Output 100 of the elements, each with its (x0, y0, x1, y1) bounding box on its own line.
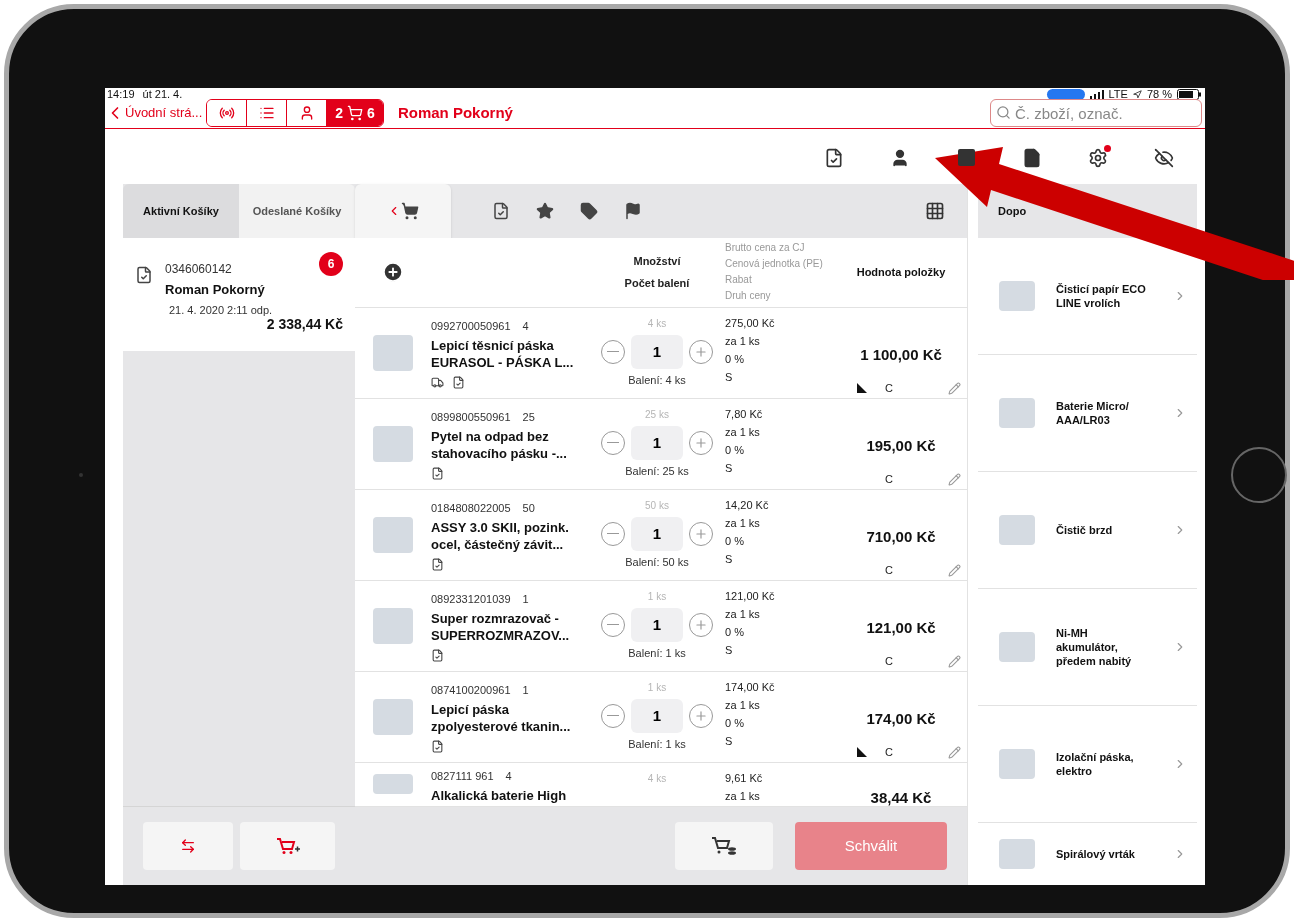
quantity-field[interactable]: 1 (631, 334, 683, 369)
price-type-text: S (725, 642, 734, 658)
item-code: 0874100200961 (431, 682, 511, 698)
units-label: 1 ks (647, 589, 667, 604)
item-code: 0892331201039 (431, 591, 511, 607)
item-value: 38,44 Kč (870, 787, 932, 806)
photo-placeholder (373, 607, 413, 644)
price-heading: Cenová jednotka (PE) (725, 257, 824, 272)
price-class-text: C (885, 472, 893, 488)
item-value: 1 100,00 Kč (860, 344, 942, 365)
plus-icon (694, 526, 708, 541)
price-type-text: S (725, 551, 734, 567)
person-icon (890, 147, 910, 168)
cart-number: 0346060142 (165, 261, 232, 278)
eye-off-icon (1154, 147, 1174, 168)
photo-placeholder (999, 632, 1035, 662)
item-tab[interactable] (355, 184, 451, 238)
discount-text: 0 % (725, 715, 745, 731)
quantity-field[interactable]: 1 (631, 607, 683, 642)
price-heading: Brutto cena za CJ (725, 241, 806, 256)
suggestion-item[interactable]: Baterie Micro/ AAA/LR03 (978, 355, 1197, 472)
photo-placeholder (999, 839, 1035, 869)
photo-placeholder (373, 698, 413, 735)
battery-text: 78 % (1146, 88, 1172, 102)
cart-tab[interactable]: Aktivní Košíky (123, 184, 239, 238)
search-icon (996, 105, 1011, 120)
count-badge: 6 (319, 252, 343, 276)
suggestion-name: Čisticí papír ECO LINE vrolích (1056, 282, 1147, 310)
packs-heading: Počet balení (624, 276, 690, 292)
pack-count: 4 (505, 768, 512, 784)
cart-date: 21. 4. 2020 2:11 odp. (168, 302, 273, 318)
photo-placeholder (999, 515, 1035, 545)
status-time: 14:19 (107, 88, 135, 102)
plus-icon (694, 344, 708, 359)
edit-icon[interactable] (948, 745, 961, 759)
quantity-field[interactable]: 1 (631, 698, 683, 733)
item-code: 0899800550961 (431, 409, 511, 425)
edit-icon[interactable] (948, 654, 961, 668)
back-link[interactable]: Úvodní strá... (105, 103, 203, 123)
discount-text: 0 % (725, 533, 745, 549)
product-name[interactable]: ASSY 3.0 SKII, pozink. ocel, částečný závit... (431, 519, 597, 554)
quantity-field[interactable]: 1 (631, 516, 683, 551)
settings-icon (1088, 147, 1108, 168)
pack-label: Balení: 4 ks (628, 372, 686, 388)
add-cart-button[interactable] (240, 822, 335, 870)
product-name[interactable]: Super rozmrazovač - SUPERROZMRAZOV... (431, 610, 597, 645)
document-check-icon (431, 740, 444, 754)
add-item-icon[interactable] (382, 261, 404, 284)
product-name[interactable]: Lepicí páska zpolyesterové tkanin... (431, 701, 597, 736)
star-icon (536, 202, 554, 220)
signal-icon (218, 105, 235, 121)
price-class-text: C (885, 654, 893, 670)
panel-title: Dopo (998, 203, 1027, 219)
quantity-field[interactable]: 1 (631, 425, 683, 460)
photo-placeholder (373, 334, 413, 371)
search-field[interactable]: Č. zboží, označ. (990, 99, 1202, 127)
suggestion-item[interactable]: Spirálový vrták (978, 823, 1197, 885)
pack-count: 25 (522, 409, 535, 425)
suggestion-item[interactable]: Ni-MH akumulátor, předem nabitý (978, 589, 1197, 706)
suggestion-item[interactable]: Čistič brzd (978, 472, 1197, 589)
signal-icon (1089, 89, 1104, 99)
plus-icon (694, 435, 708, 450)
price-class-text: C (885, 563, 893, 579)
edit-icon[interactable] (948, 472, 961, 486)
document-check-icon (452, 376, 465, 390)
flag-icon (624, 202, 642, 220)
cart-plus-icon (275, 837, 300, 855)
transfer-arrows-icon (180, 838, 196, 854)
photo-placeholder (999, 281, 1035, 311)
product-name[interactable]: Pytel na odpad bez stahovacího pásku -... (431, 428, 597, 463)
price-type-text: S (725, 460, 734, 476)
photo-placeholder (999, 749, 1035, 779)
unit-text: za 1 ks (725, 606, 761, 622)
triangle-icon (857, 747, 867, 758)
price-heading: Druh ceny (725, 289, 772, 304)
pack-label: Balení: 25 ks (625, 463, 689, 479)
pack-count: 4 (522, 318, 529, 334)
suggestion-name: Baterie Micro/ AAA/LR03 (1056, 399, 1130, 427)
document-check-icon (431, 467, 444, 481)
cart-coins-button[interactable] (675, 821, 773, 870)
minus-icon (607, 715, 619, 717)
cart-card[interactable]: 0346060142 Roman Pokorný 21. 4. 2020 2:11 odp. 2 338,44 Kč 6 (123, 238, 355, 351)
status-date: út 21. 4. (142, 88, 183, 102)
suggestion-item[interactable]: Izolační páska, elektro (978, 706, 1197, 823)
product-name[interactable]: Alkalická baterie High (431, 787, 597, 805)
tag-icon (580, 202, 598, 220)
cart-tab[interactable]: Odeslané Košíky (239, 184, 355, 238)
cart-tab[interactable]: 2 6 (327, 100, 383, 126)
edit-icon[interactable] (948, 563, 961, 577)
document-check-icon (431, 649, 444, 663)
units-label: 4 ks (647, 771, 667, 786)
price-text: 174,00 Kč (725, 679, 776, 695)
suggestion-name: Spirálový vrták (1056, 847, 1136, 861)
minus-icon (607, 533, 619, 535)
cart-coins-icon (711, 835, 737, 856)
info-tab[interactable] (207, 100, 248, 126)
edit-icon[interactable] (948, 381, 961, 395)
square-icon (957, 149, 975, 166)
product-name[interactable]: Lepicí těsnicí páska EURASOL - PÁSKA L... (431, 337, 597, 372)
discount-text: 0 % (725, 442, 745, 458)
